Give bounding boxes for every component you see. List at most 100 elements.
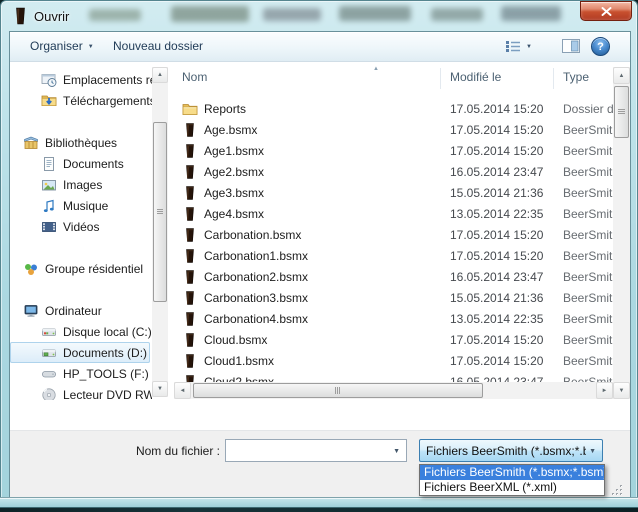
sidebar-item[interactable]: Téléchargements: [10, 90, 152, 111]
beersmith-file-icon: [182, 311, 198, 327]
file-row[interactable]: Age4.bsmx 13.05.2014 22:35 BeerSmith: [174, 204, 613, 225]
view-options-chevron-icon[interactable]: ▼: [526, 44, 532, 50]
column-header-type[interactable]: Type: [563, 70, 589, 84]
scroll-up-button[interactable]: ▲: [152, 67, 168, 83]
sidebar-item[interactable]: Ordinateur: [10, 300, 152, 321]
organize-button[interactable]: Organiser ▼: [30, 39, 94, 53]
sidebar-item[interactable]: Groupe résidentiel: [10, 258, 152, 279]
computer-icon: [23, 303, 41, 319]
sidebar-item[interactable]: Musique: [10, 195, 152, 216]
scroll-up-button[interactable]: ▲: [613, 67, 630, 84]
beersmith-file-icon: [182, 206, 198, 222]
filetype-combo[interactable]: Fichiers BeerSmith (*.bsmx;*.bs ▼: [419, 439, 603, 462]
horizontal-scrollbar[interactable]: ◄ ►: [174, 382, 613, 399]
downloads-icon: [41, 93, 59, 109]
beersmith-app-icon: [14, 7, 27, 25]
scrollbar-thumb[interactable]: [614, 86, 629, 138]
column-header-name[interactable]: Nom: [182, 70, 207, 84]
command-toolbar: Organiser ▼ Nouveau dossier ▼ ?: [10, 32, 630, 62]
filetype-option[interactable]: Fichiers BeerXML (*.xml): [420, 480, 604, 495]
sidebar-item[interactable]: Images: [10, 174, 152, 195]
sidebar-item[interactable]: Disque local (C:): [10, 321, 152, 342]
new-folder-button[interactable]: Nouveau dossier: [113, 39, 203, 53]
background-blur: [263, 8, 321, 21]
beersmith-file-icon: [182, 122, 198, 138]
sidebar-item[interactable]: Bibliothèques: [10, 132, 152, 153]
help-button[interactable]: ?: [591, 37, 610, 56]
sidebar-item[interactable]: Vidéos: [10, 216, 152, 237]
window-bottom-edge: [0, 497, 638, 508]
beersmith-file-icon: [182, 374, 198, 382]
file-row[interactable]: Carbonation.bsmx 17.05.2014 15:20 BeerSm…: [174, 225, 613, 246]
sidebar-item[interactable]: Documents (D:): [10, 342, 150, 363]
column-divider[interactable]: [553, 68, 554, 89]
filetype-dropdown-list: Fichiers BeerSmith (*.bsmx;*.bsm)Fichier…: [419, 464, 605, 496]
background-blur: [171, 6, 249, 22]
local-disk-icon: [41, 324, 59, 340]
file-row[interactable]: Age2.bsmx 16.05.2014 23:47 BeerSmith: [174, 162, 613, 183]
background-blur: [501, 6, 561, 21]
change-view-button[interactable]: [505, 40, 521, 53]
window-frame: Ouvrir ▼ « Mes documents: [0, 0, 638, 507]
recent-places-icon: [41, 72, 59, 88]
main-pane: Emplacements ré Téléchargements Biblioth…: [10, 62, 630, 400]
scroll-down-button[interactable]: ▼: [152, 381, 168, 397]
beersmith-file-icon: [182, 185, 198, 201]
filename-label: Nom du fichier :: [100, 444, 220, 458]
sort-ascending-icon: ▲: [373, 66, 379, 72]
file-row[interactable]: Age1.bsmx 17.05.2014 15:20 BeerSmith: [174, 141, 613, 162]
beersmith-file-icon: [182, 290, 198, 306]
chevron-down-icon: ▼: [88, 42, 94, 50]
filename-input[interactable]: [226, 440, 389, 460]
sidebar-item[interactable]: Emplacements ré: [10, 69, 152, 90]
filename-dropdown-icon[interactable]: ▼: [393, 448, 400, 455]
data-drive-icon: [41, 345, 59, 361]
videos-library-icon: [41, 219, 59, 235]
filetype-dropdown-icon[interactable]: ▼: [589, 448, 596, 455]
file-row[interactable]: Cloud1.bsmx 17.05.2014 15:20 BeerSmith: [174, 351, 613, 372]
file-row[interactable]: Reports 17.05.2014 15:20 Dossier d: [174, 99, 613, 120]
file-row[interactable]: Carbonation2.bsmx 16.05.2014 23:47 BeerS…: [174, 267, 613, 288]
background-blur: [431, 8, 483, 21]
window-title: Ouvrir: [34, 9, 69, 24]
dialog-client-area: Organiser ▼ Nouveau dossier ▼ ?: [9, 31, 631, 498]
file-row[interactable]: Cloud.bsmx 17.05.2014 15:20 BeerSmith: [174, 330, 613, 351]
sidebar-item[interactable]: Lecteur DVD RW: [10, 384, 152, 400]
open-file-dialog: Ouvrir ▼ « Mes documents: [0, 0, 638, 512]
scrollbar-thumb[interactable]: [193, 383, 483, 398]
background-blur: [89, 9, 141, 21]
file-row[interactable]: Carbonation1.bsmx 17.05.2014 15:20 BeerS…: [174, 246, 613, 267]
folder-icon: [182, 101, 198, 117]
scroll-left-button[interactable]: ◄: [174, 382, 191, 399]
file-row[interactable]: Cloud2.bsmx 16.05.2014 23:47 BeerSmith: [174, 372, 613, 382]
file-row[interactable]: Age.bsmx 17.05.2014 15:20 BeerSmith: [174, 120, 613, 141]
sidebar-item[interactable]: HP_TOOLS (F:): [10, 363, 152, 384]
beersmith-file-icon: [182, 164, 198, 180]
scroll-right-button[interactable]: ►: [596, 382, 613, 399]
documents-library-icon: [41, 156, 59, 172]
column-divider[interactable]: [440, 68, 441, 89]
file-rows: Reports 17.05.2014 15:20 Dossier d Age.b…: [174, 99, 613, 382]
file-row[interactable]: Carbonation3.bsmx 15.05.2014 21:36 BeerS…: [174, 288, 613, 309]
dialog-footer: Nom du fichier : ▼ Fichiers BeerSmith (*…: [10, 430, 630, 498]
sidebar-scrollbar[interactable]: ▲ ▼: [152, 67, 168, 397]
preview-pane-button[interactable]: [562, 39, 580, 53]
vertical-scrollbar[interactable]: ▲ ▼: [613, 67, 630, 399]
homegroup-icon: [23, 261, 41, 277]
filetype-option[interactable]: Fichiers BeerSmith (*.bsmx;*.bsm): [420, 465, 604, 480]
sidebar-item[interactable]: Documents: [10, 153, 152, 174]
column-header-modified[interactable]: Modifié le: [450, 70, 501, 84]
close-icon: [601, 7, 612, 16]
scroll-down-button[interactable]: ▼: [613, 382, 630, 399]
beersmith-file-icon: [182, 269, 198, 285]
scrollbar-thumb[interactable]: [153, 122, 167, 302]
resize-grip[interactable]: [611, 483, 623, 495]
help-icon: ?: [597, 41, 604, 53]
file-row[interactable]: Carbonation4.bsmx 13.05.2014 22:35 BeerS…: [174, 309, 613, 330]
file-row[interactable]: Age3.bsmx 15.05.2014 21:36 BeerSmith: [174, 183, 613, 204]
beersmith-file-icon: [182, 353, 198, 369]
beersmith-file-icon: [182, 227, 198, 243]
filetype-value: Fichiers BeerSmith (*.bsmx;*.bs: [426, 444, 586, 458]
pictures-library-icon: [41, 177, 59, 193]
close-button[interactable]: [580, 1, 632, 21]
